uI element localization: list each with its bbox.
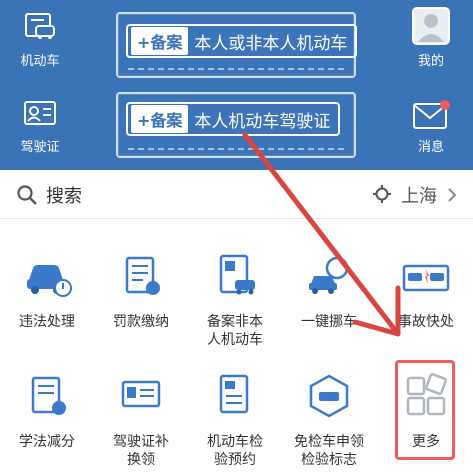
my-label: 我的 [417,54,444,69]
grid-label: 驾驶证补 换领 [113,434,169,468]
grid-item-fine-payment[interactable]: 罚款缴纳 [94,252,188,331]
accident-icon [402,264,450,292]
study-book-icon [31,376,66,415]
license-label: 驾驶证 [20,140,60,155]
vehicle-label: 机动车 [20,54,60,69]
grid-item-move-car[interactable]: 一键挪车 [282,252,376,331]
grid-label: 免检车申领 检验标志 [294,434,364,468]
grid-item-exempt-badge[interactable]: 免检车申领 检验标志 [282,372,376,469]
exempt-badge-icon [309,374,349,418]
grid-item-register-other-vehicle[interactable]: 备案非本 人机动车 [188,252,282,349]
grid-label: 学法减分 [19,434,75,450]
vehicle-entry[interactable]: 机动车 [14,12,66,69]
mail-icon [413,100,450,129]
grid-item-inspection-booking[interactable]: 机动车检 验预约 [188,372,282,469]
chevron-right-icon [448,188,457,202]
grid-item-violation[interactable]: 违法处理 [0,252,94,331]
messages-entry[interactable]: 消息 [408,98,454,155]
register-license-text: 本人机动车驾驶证 [194,111,331,132]
register-tag: +备案 [131,105,189,133]
search-placeholder: 搜索 [46,186,82,207]
register-tag: +备案 [131,27,189,55]
fine-scroll-icon [125,256,160,295]
location-target-icon [373,185,391,203]
register-vehicle-text: 本人或非本人机动车 [194,33,348,54]
car-document-icon [25,13,55,39]
move-car-icon [309,256,349,294]
car-violation-icon [27,265,72,297]
license-entry[interactable]: 驾驶证 [14,98,66,155]
messages-label: 消息 [417,140,444,155]
header-banner: 机动车 驾驶证 +备案 本人或非本人机动车 +备案 本人机动车驾驶证 我的 消息 [0,0,473,170]
grid-item-license-replace[interactable]: 驾驶证补 换领 [94,372,188,469]
grid-label: 事故快处 [398,314,454,330]
car-file-icon [219,254,255,295]
register-license-button[interactable]: +备案 本人机动车驾驶证 [126,102,341,136]
grid-item-accident[interactable]: 事故快处 [379,252,473,331]
grid-label: 罚款缴纳 [113,314,169,330]
grid-label: 一键挪车 [301,314,357,330]
more-highlight-box [395,360,455,460]
license-replace-icon [121,380,161,408]
search-icon [17,185,37,205]
user-avatar-icon [412,7,450,45]
grid-label: 违法处理 [19,314,75,330]
city-selector[interactable]: 上海 [401,182,437,208]
my-profile-entry[interactable]: 我的 [408,6,454,69]
register-license-card[interactable]: +备案 本人机动车驾驶证 [116,92,356,158]
grid-label: 备案非本 人机动车 [207,314,263,348]
register-vehicle-card[interactable]: +备案 本人或非本人机动车 [116,12,358,78]
search-bar[interactable]: 搜索 上海 [0,170,473,219]
inspection-booking-icon [219,374,249,414]
grid-label: 机动车检 验预约 [207,434,263,468]
id-card-icon [24,101,56,125]
grid-item-study-reduce-points[interactable]: 学法减分 [0,372,94,451]
card-divider [128,68,344,70]
card-divider [128,148,344,150]
register-vehicle-button[interactable]: +备案 本人或非本人机动车 [126,24,358,58]
